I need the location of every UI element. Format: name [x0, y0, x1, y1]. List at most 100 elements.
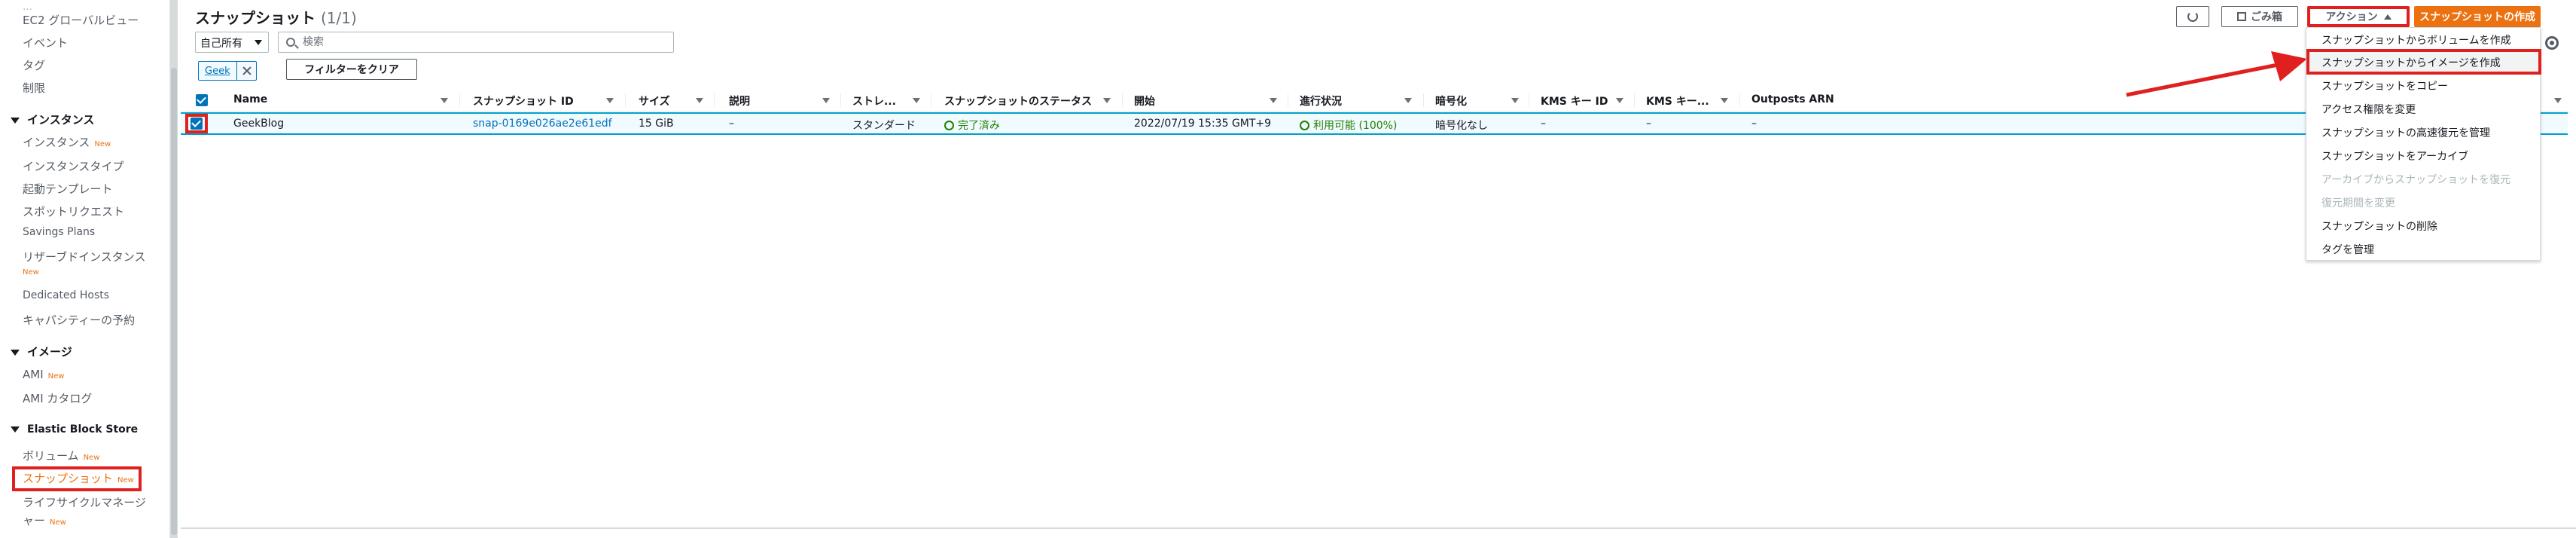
- cell-kms-key-id: –: [1541, 118, 1546, 130]
- cell-size: 15 GiB: [639, 118, 674, 130]
- sidebar-scrollbar[interactable]: [170, 0, 178, 538]
- refresh-button[interactable]: [2176, 6, 2209, 27]
- owner-filter-select[interactable]: 自己所有: [195, 32, 269, 53]
- menu-item-fast-restore[interactable]: スナップショットの高速復元を管理: [2321, 125, 2490, 140]
- sidebar-section-instances[interactable]: インスタンス: [11, 112, 94, 127]
- sidebar-item-events[interactable]: イベント: [23, 35, 68, 50]
- sort-icon[interactable]: [1270, 98, 1277, 103]
- sort-icon[interactable]: [1511, 98, 1519, 103]
- menu-item-create-image[interactable]: スナップショットからイメージを作成: [2321, 55, 2501, 70]
- table-row[interactable]: GeekBlog snap-0169e026ae2e61edf 15 GiB –…: [181, 112, 2568, 135]
- clear-filter-button[interactable]: フィルターをクリア: [286, 59, 417, 80]
- sidebar-item-volumes[interactable]: ボリューム New: [23, 448, 99, 463]
- page-title: スナップショット (1/1): [195, 9, 357, 27]
- menu-item-restore-from-archive: アーカイブからスナップショットを復元: [2321, 174, 2511, 186]
- sidebar: … EC2 グローバルビュー イベント タグ 制限 インスタンス インスタンス N…: [0, 0, 170, 538]
- cell-outposts-arn: –: [1751, 118, 1757, 130]
- new-badge: New: [47, 372, 65, 381]
- sort-icon[interactable]: [1103, 98, 1111, 103]
- sidebar-item-instance-types[interactable]: インスタンスタイプ: [23, 158, 123, 174]
- column-header-progress[interactable]: 進行状況: [1300, 93, 1342, 109]
- annotation-highlight-row-checkbox: [185, 114, 208, 133]
- new-badge: New: [50, 518, 66, 527]
- create-snapshot-button[interactable]: スナップショットの作成: [2414, 6, 2541, 27]
- menu-item-modify-permissions[interactable]: アクセス権限を変更: [2321, 102, 2416, 117]
- search-icon: [286, 38, 295, 47]
- actions-button[interactable]: アクション: [2307, 6, 2410, 27]
- cell-encryption: 暗号化なし: [1435, 120, 1488, 132]
- column-header-name[interactable]: Name: [233, 93, 267, 105]
- sidebar-item-lifecycle-manager[interactable]: ライフサイクルマネージ: [23, 494, 146, 510]
- column-header-snapshot-status[interactable]: スナップショットのステータス: [944, 93, 1092, 109]
- caret-down-icon: [11, 117, 20, 124]
- external-link-icon: [2237, 12, 2246, 21]
- sidebar-item-tags[interactable]: タグ: [23, 57, 45, 73]
- menu-item-delete-snapshot[interactable]: スナップショットの削除: [2321, 219, 2437, 234]
- cell-name: GeekBlog: [233, 118, 285, 130]
- refresh-icon: [2187, 11, 2198, 22]
- sidebar-item-capacity-reservations[interactable]: キャパシティーの予約: [23, 312, 135, 328]
- sidebar-item-launch-templates[interactable]: 起動テンプレート: [23, 181, 113, 197]
- sidebar-section-images[interactable]: イメージ: [11, 344, 72, 359]
- horizontal-scrollbar[interactable]: [181, 527, 2576, 538]
- column-header-kms-key-alias[interactable]: KMS キー...: [1646, 93, 1709, 109]
- column-header-size[interactable]: サイズ: [639, 93, 670, 109]
- sidebar-section-ebs[interactable]: Elastic Block Store: [11, 423, 138, 436]
- filter-token: Geek: [198, 61, 257, 81]
- sidebar-item-dedicated-hosts[interactable]: Dedicated Hosts: [23, 289, 109, 301]
- cell-snapshot-id-link[interactable]: snap-0169e026ae2e61edf: [473, 118, 612, 130]
- sort-icon[interactable]: [1404, 98, 1412, 103]
- new-badge: New: [23, 268, 39, 277]
- annotation-highlight-snapshots: [12, 466, 142, 491]
- column-header-started[interactable]: 開始: [1134, 93, 1155, 109]
- filter-token-label[interactable]: Geek: [199, 66, 236, 77]
- sidebar-item-instances[interactable]: インスタンス New: [23, 134, 111, 150]
- sort-icon[interactable]: [913, 98, 920, 103]
- sidebar-item-reserved-instances[interactable]: リザーブドインスタンス: [23, 249, 146, 264]
- sort-icon[interactable]: [606, 98, 614, 103]
- sort-icon[interactable]: [2554, 98, 2562, 103]
- sort-icon[interactable]: [696, 98, 703, 103]
- sidebar-item-spot-requests[interactable]: スポットリクエスト: [23, 203, 124, 219]
- sort-icon[interactable]: [441, 98, 448, 103]
- sidebar-item-ami-catalog[interactable]: AMI カタログ: [23, 390, 92, 406]
- menu-item-manage-tags[interactable]: タグを管理: [2321, 242, 2374, 257]
- column-separator: [714, 93, 715, 107]
- menu-item-change-restore-period: 復元期間を変更: [2321, 197, 2395, 209]
- menu-item-copy-snapshot[interactable]: スナップショットをコピー: [2321, 78, 2448, 93]
- column-separator: [1634, 93, 1635, 107]
- gear-icon[interactable]: [2545, 36, 2559, 50]
- cell-started: 2022/07/19 15:35 GMT+9: [1134, 118, 1272, 130]
- search-input[interactable]: [303, 35, 664, 49]
- column-separator: [840, 93, 841, 107]
- actions-menu: スナップショットからボリュームを作成 スナップショットからイメージを作成 スナッ…: [2306, 27, 2541, 261]
- sort-icon[interactable]: [1721, 98, 1728, 103]
- column-header-kms-key-id[interactable]: KMS キー ID: [1541, 93, 1608, 109]
- sidebar-item-ec2-global-view[interactable]: EC2 グローバルビュー: [23, 12, 139, 28]
- menu-item-archive-snapshot[interactable]: スナップショットをアーカイブ: [2321, 148, 2468, 164]
- column-header-description[interactable]: 説明: [729, 93, 750, 109]
- selection-count: (1/1): [320, 9, 357, 27]
- sidebar-item-savings-plans[interactable]: Savings Plans: [23, 226, 95, 238]
- caret-up-icon: [2383, 14, 2392, 20]
- select-all-checkbox[interactable]: [196, 94, 208, 106]
- new-badge: New: [94, 140, 111, 148]
- sidebar-item-cutoff: …: [23, 2, 32, 13]
- column-header-encryption[interactable]: 暗号化: [1435, 93, 1467, 109]
- sort-icon[interactable]: [822, 98, 830, 103]
- cell-status: 完了済み: [944, 118, 1000, 133]
- sort-icon[interactable]: [1616, 98, 1623, 103]
- recycle-bin-button[interactable]: ごみ箱: [2221, 6, 2298, 27]
- check-circle-icon: [1300, 121, 1309, 130]
- sidebar-item-limits[interactable]: 制限: [23, 80, 45, 96]
- column-header-snapshot-id[interactable]: スナップショット ID: [473, 93, 574, 109]
- search-box[interactable]: [278, 32, 674, 53]
- column-header-storage-tier[interactable]: ストレ...: [852, 93, 896, 109]
- column-header-outposts-arn[interactable]: Outposts ARN: [1751, 93, 1834, 105]
- close-icon[interactable]: [236, 62, 256, 80]
- row-checkbox[interactable]: [191, 118, 203, 130]
- menu-item-create-volume[interactable]: スナップショットからボリュームを作成: [2321, 32, 2511, 47]
- cell-description: –: [729, 118, 734, 130]
- sidebar-item-ami[interactable]: AMI New: [23, 368, 64, 381]
- sidebar-scrollbar-thumb[interactable]: [171, 68, 177, 535]
